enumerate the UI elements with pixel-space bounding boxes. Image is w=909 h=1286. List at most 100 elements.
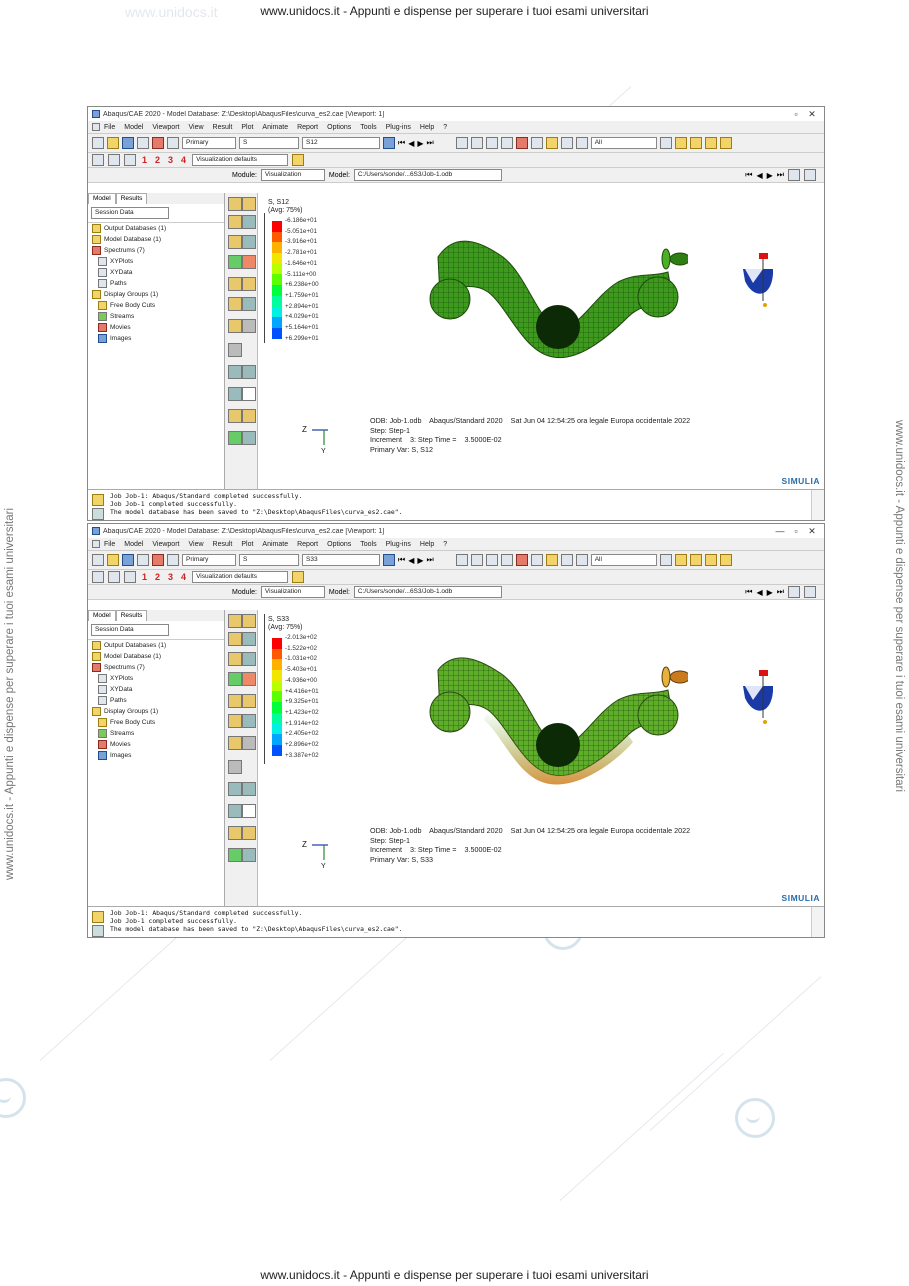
- anim-first-icon[interactable]: ⏮: [745, 170, 752, 180]
- close-icon[interactable]: ✕: [804, 526, 820, 537]
- anim-prev-icon[interactable]: ◀: [756, 588, 762, 597]
- allow-multiple-icon[interactable]: [242, 652, 256, 666]
- selection-options-icon[interactable]: [659, 554, 672, 566]
- menu-viewport[interactable]: Viewport: [152, 541, 179, 548]
- symbol-options-icon[interactable]: [242, 672, 256, 686]
- tab-model[interactable]: Model: [88, 610, 116, 621]
- new-file-icon[interactable]: [92, 554, 104, 566]
- viewport-2-button[interactable]: 2: [155, 155, 160, 165]
- close-icon[interactable]: ✕: [804, 109, 820, 120]
- view-iso-icon[interactable]: [719, 137, 732, 149]
- view-manipulator-icon[interactable]: [733, 666, 783, 726]
- query-icon[interactable]: [228, 804, 242, 818]
- next-frame-icon[interactable]: ▶: [417, 556, 423, 565]
- auto-fit-icon[interactable]: [515, 554, 528, 566]
- viewport-2-button[interactable]: 2: [155, 572, 160, 582]
- anim-prev-icon[interactable]: ◀: [756, 171, 762, 180]
- xy-plot-icon[interactable]: [242, 714, 256, 728]
- movie-icon[interactable]: [804, 586, 816, 598]
- menu-whats-this[interactable]: ?: [443, 124, 447, 131]
- refresh-icon[interactable]: [383, 554, 395, 566]
- tile-viewports-icon[interactable]: [108, 154, 120, 166]
- plot-deformed-icon[interactable]: [242, 614, 256, 628]
- zoom-box-icon[interactable]: [500, 554, 513, 566]
- variable-select[interactable]: S: [239, 554, 299, 566]
- probe-icon[interactable]: [242, 387, 256, 401]
- anim-next-icon[interactable]: ▶: [767, 171, 773, 180]
- free-body-tool-icon[interactable]: [242, 319, 256, 333]
- tree-item-xydata[interactable]: XYData: [92, 684, 224, 695]
- allow-multiple-icon[interactable]: [242, 235, 256, 249]
- path-tool-icon[interactable]: [228, 760, 242, 774]
- tile-viewports-icon[interactable]: [108, 571, 120, 583]
- viewport-1-button[interactable]: 1: [142, 155, 147, 165]
- field-output-icon[interactable]: [167, 137, 179, 149]
- display-group-tool-icon[interactable]: [242, 826, 256, 840]
- view-iso-icon[interactable]: [719, 554, 732, 566]
- view-cut-icon[interactable]: [228, 319, 242, 333]
- query-icon[interactable]: [228, 387, 242, 401]
- variable-select[interactable]: S: [239, 137, 299, 149]
- symbol-options-icon[interactable]: [242, 255, 256, 269]
- stream-tool-icon[interactable]: [228, 826, 242, 840]
- message-scrollbar[interactable]: [811, 907, 824, 937]
- menu-result[interactable]: Result: [213, 124, 233, 131]
- viewport-canvas[interactable]: S, S33 (Avg: 75%) -2.013e+02 -1.522e+02 -1…: [258, 610, 824, 907]
- overlay-icon[interactable]: [228, 431, 242, 445]
- session-data-select[interactable]: Session Data: [91, 624, 169, 636]
- plot-contours-icon[interactable]: [228, 215, 242, 229]
- model-select[interactable]: C:/Users/sonde/...6S3/Job-1.odb: [353, 586, 502, 598]
- primary-select[interactable]: Primary: [182, 554, 236, 566]
- menu-whats-this[interactable]: ?: [443, 541, 447, 548]
- menu-report[interactable]: Report: [297, 541, 318, 548]
- field-report-icon[interactable]: [242, 782, 256, 796]
- tree-item-images[interactable]: Images: [92, 750, 224, 761]
- python-console-icon[interactable]: [92, 925, 104, 937]
- last-frame-icon[interactable]: ⏭: [427, 138, 434, 148]
- menu-tools[interactable]: Tools: [360, 124, 376, 131]
- xy-data-icon[interactable]: [228, 714, 242, 728]
- selection-filter-select[interactable]: All: [590, 137, 657, 149]
- anim-last-icon[interactable]: ⏭: [777, 170, 784, 180]
- tree-item-output-databases[interactable]: Output Databases (1): [92, 223, 224, 234]
- tree-item-xydata[interactable]: XYData: [92, 267, 224, 278]
- first-frame-icon[interactable]: ⏮: [398, 138, 405, 148]
- field-output-icon[interactable]: [167, 554, 179, 566]
- camera-icon[interactable]: [788, 169, 800, 181]
- anim-next-icon[interactable]: ▶: [767, 588, 773, 597]
- cascade-viewports-icon[interactable]: [124, 154, 136, 166]
- view-cut-icon[interactable]: [228, 736, 242, 750]
- module-select[interactable]: Visualization: [260, 586, 325, 598]
- path-tool-icon[interactable]: [228, 343, 242, 357]
- menu-animate[interactable]: Animate: [262, 124, 288, 131]
- rotate-icon[interactable]: [470, 137, 483, 149]
- first-frame-icon[interactable]: ⏮: [398, 555, 405, 565]
- restore-icon[interactable]: ▫: [788, 109, 804, 119]
- anim-last-icon[interactable]: ⏭: [777, 587, 784, 597]
- menu-plugins[interactable]: Plug-ins: [386, 541, 411, 548]
- save-icon[interactable]: [122, 137, 134, 149]
- menu-animate[interactable]: Animate: [262, 541, 288, 548]
- display-group-tool-icon[interactable]: [242, 409, 256, 423]
- select-arrow-icon[interactable]: [575, 554, 588, 566]
- menu-plugins[interactable]: Plug-ins: [386, 124, 411, 131]
- magnify-icon[interactable]: [485, 137, 498, 149]
- menu-file[interactable]: File: [104, 541, 115, 548]
- model-select[interactable]: C:/Users/sonde/...6S3/Job-1.odb: [353, 169, 502, 181]
- viewport-4-button[interactable]: 4: [181, 572, 186, 582]
- tree-item-images[interactable]: Images: [92, 333, 224, 344]
- save-icon[interactable]: [122, 554, 134, 566]
- select-arrow-icon[interactable]: [575, 137, 588, 149]
- plot-symbols-icon[interactable]: [242, 632, 256, 646]
- tree-item-movies[interactable]: Movies: [92, 739, 224, 750]
- refresh-icon[interactable]: [383, 137, 395, 149]
- tree-item-output-databases[interactable]: Output Databases (1): [92, 640, 224, 651]
- view-manipulator-icon[interactable]: [733, 249, 783, 309]
- prev-frame-icon[interactable]: ◀: [408, 139, 414, 148]
- restore-icon[interactable]: ▫: [788, 526, 804, 536]
- print-icon[interactable]: [137, 137, 149, 149]
- overlay-icon[interactable]: [228, 848, 242, 862]
- cycle-views-icon[interactable]: [530, 137, 543, 149]
- open-file-icon[interactable]: [107, 137, 119, 149]
- xy-plot-icon[interactable]: [242, 297, 256, 311]
